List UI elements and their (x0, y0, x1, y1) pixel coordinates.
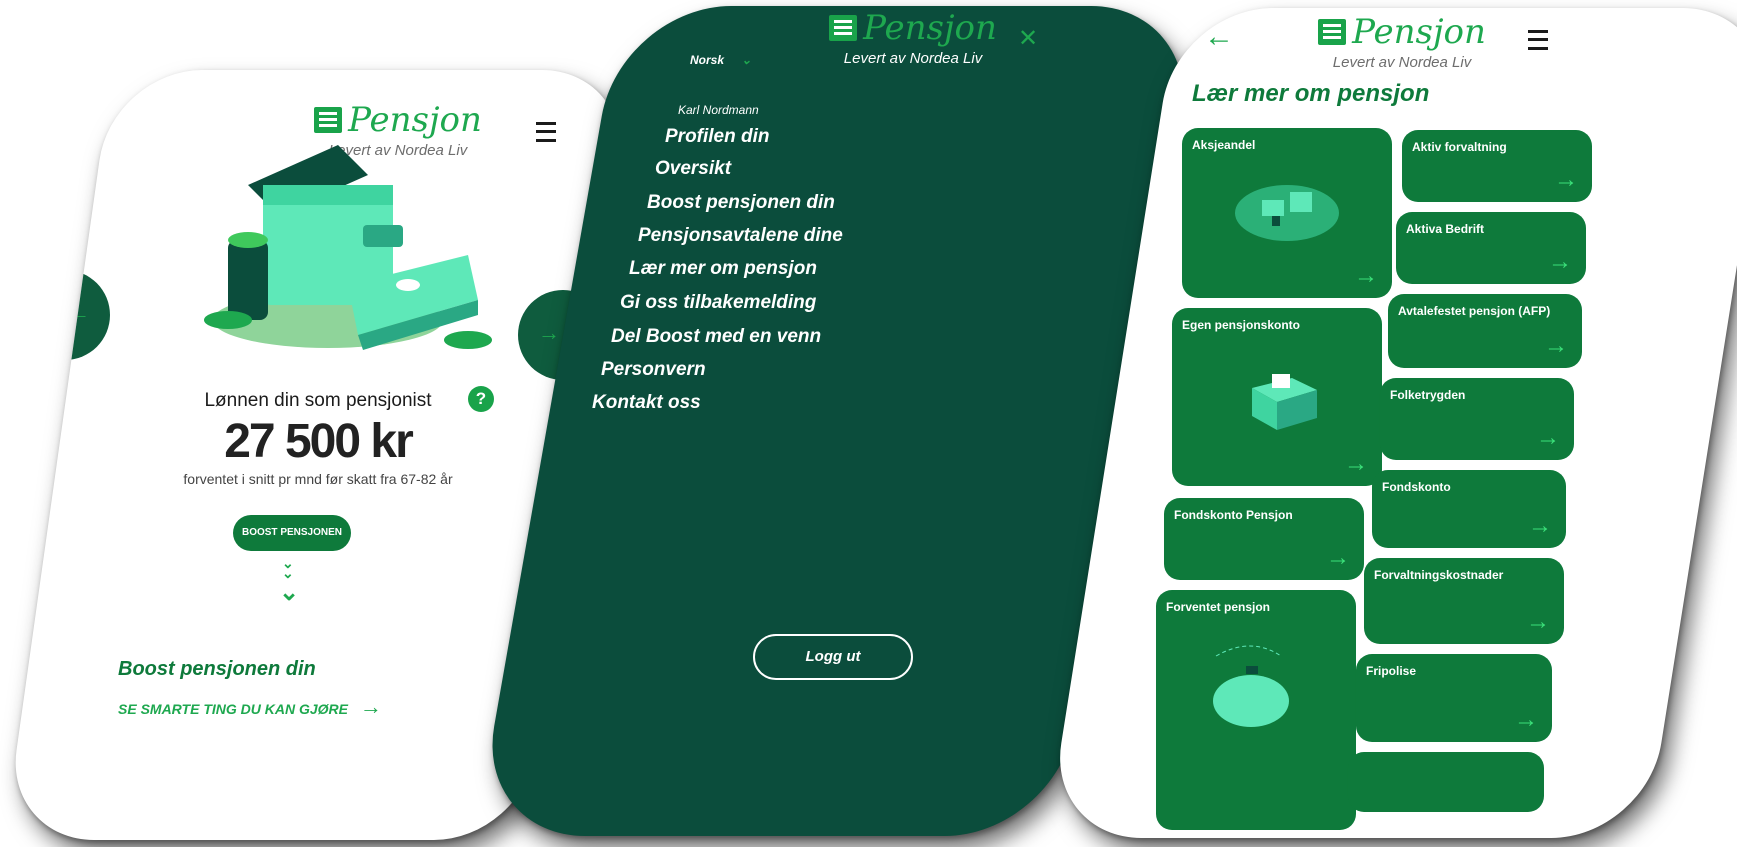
card-folketrygden[interactable]: Folketrygden → (1380, 378, 1574, 460)
card-forventet-pensjon[interactable]: Forventet pensjon (1156, 590, 1356, 830)
arrow-right-icon: → (1514, 706, 1538, 733)
logo-text: Pensjon (863, 8, 997, 48)
card-forvaltningskostnader[interactable]: Forvaltningskostnader → (1364, 558, 1564, 644)
card-fondskonto[interactable]: Fondskonto → (1372, 470, 1566, 548)
menu-item-contact[interactable]: Kontakt oss (592, 392, 701, 414)
brand-logo[interactable]: Pensjon Levert av Nordea Liv (783, 8, 1043, 67)
menu-item-feedback[interactable]: Gi oss tilbakemelding (620, 292, 816, 314)
page-title: Lær mer om pensjon (1192, 80, 1430, 107)
arrow-right-icon: → (1528, 512, 1552, 539)
salary-amount: 27 500 kr (224, 415, 412, 468)
brand-logo[interactable]: Pensjon Levert av Nordea Liv (1272, 12, 1532, 71)
card-label: Avtalefestet pensjon (AFP) (1398, 304, 1551, 318)
menu-item-learn[interactable]: Lær mer om pensjon (629, 258, 817, 280)
card-label: Fondskonto Pensjon (1174, 508, 1293, 522)
prev-slide-button[interactable]: ← (20, 270, 110, 360)
arrow-right-icon: → (1326, 544, 1350, 571)
card-label: Fripolise (1366, 664, 1417, 678)
arrow-right-icon: → (1526, 608, 1550, 635)
wallet-illustration (204, 145, 492, 350)
logo-subtitle: Levert av Nordea Liv (1332, 54, 1472, 71)
card-label: Aksjeandel (1192, 138, 1256, 152)
smart-tips-label: SE SMARTE TING DU KAN GJØRE (118, 701, 348, 717)
box-illustration (1252, 374, 1317, 430)
card-label: Fondskonto (1382, 480, 1451, 494)
chevron-down-small-icon: ⌄ ⌄ (282, 555, 294, 581)
user-name: Karl Nordmann (678, 103, 759, 117)
arrow-right-icon: → (1548, 248, 1572, 275)
pensjon-logo-icon (1318, 19, 1347, 45)
pensjon-logo-icon (314, 107, 343, 133)
card-aktiva-bedrift[interactable]: Aktiva Bedrift → (1396, 212, 1586, 284)
boost-section-title: Boost pensjonen din (118, 658, 316, 680)
logout-button[interactable]: Logg ut (753, 634, 913, 680)
hamburger-icon[interactable] (1528, 30, 1548, 50)
chevron-down-icon: ⌄ (741, 53, 752, 67)
arrow-right-icon: → (1544, 332, 1568, 359)
card-label: Forvaltningskostnader (1374, 568, 1504, 582)
card-aksjeandel[interactable]: Aksjeandel → (1182, 128, 1392, 298)
logo-subtitle: Levert av Nordea Liv (843, 50, 983, 67)
arrow-right-icon: → (538, 320, 560, 345)
card-label: Forventet pensjon (1166, 600, 1271, 614)
card-label: Aktiv forvaltning (1412, 140, 1507, 154)
card-label: Aktiva Bedrift (1406, 222, 1485, 236)
menu-item-profile[interactable]: Profilen din (665, 126, 770, 148)
menu-item-overview[interactable]: Oversikt (655, 158, 731, 180)
menu-item-share[interactable]: Del Boost med en venn (611, 326, 821, 348)
menu-item-privacy[interactable]: Personvern (601, 359, 706, 381)
logo-text: Pensjon (1352, 12, 1486, 52)
card-fripolise[interactable]: Fripolise → (1356, 654, 1552, 742)
card-next-partial[interactable] (1348, 752, 1544, 812)
card-egen-pensjonskonto[interactable]: Egen pensjonskonto → (1172, 308, 1382, 486)
piggy-bank-illustration (1213, 645, 1289, 727)
close-icon[interactable]: ✕ (1018, 24, 1038, 53)
language-selector[interactable]: Norsk ⌄ (690, 53, 751, 67)
menu-item-agreements[interactable]: Pensjonsavtalene dine (638, 225, 843, 247)
smart-tips-link[interactable]: SE SMARTE TING DU KAN GJØRE → (118, 694, 382, 720)
logo-text: Pensjon (348, 100, 482, 140)
chevron-down-icon[interactable]: ⌄ (279, 578, 299, 607)
language-label: Norsk (690, 53, 725, 67)
arrow-right-icon: → (359, 694, 382, 719)
salary-caption: forventet i snitt pr mnd før skatt fra 6… (183, 471, 453, 487)
card-label: Egen pensjonskonto (1182, 318, 1301, 332)
pie-illustration (1235, 185, 1339, 241)
boost-pension-button[interactable]: BOOST PENSJONEN DIN (233, 515, 351, 574)
arrow-right-icon: → (1554, 166, 1578, 193)
help-icon[interactable]: ? (468, 386, 494, 412)
card-label: Folketrygden (1390, 388, 1466, 402)
card-aktiv-forvaltning[interactable]: Aktiv forvaltning → (1402, 130, 1592, 202)
card-fondskonto-pensjon[interactable]: Fondskonto Pensjon → (1164, 498, 1364, 580)
arrow-right-icon: → (1536, 424, 1560, 451)
pensjon-logo-icon (829, 15, 858, 41)
arrow-left-icon: ← (68, 300, 90, 325)
menu-item-boost[interactable]: Boost pensjonen din (647, 192, 835, 214)
back-arrow-icon[interactable]: ← (1204, 20, 1234, 54)
arrow-right-icon: → (1344, 450, 1368, 477)
hamburger-icon[interactable] (536, 122, 556, 142)
card-afp[interactable]: Avtalefestet pensjon (AFP) → (1388, 294, 1582, 368)
arrow-right-icon: → (1354, 262, 1378, 289)
